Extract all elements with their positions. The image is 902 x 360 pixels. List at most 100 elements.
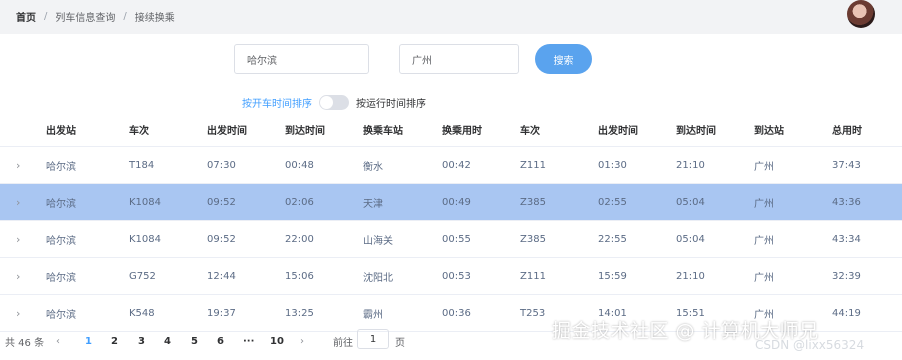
header-arrive-time-1[interactable]: 到达时间 (285, 113, 325, 146)
cell-arrive-time-1: 13:25 (285, 307, 314, 319)
cell-depart-time-2: 01:30 (598, 159, 627, 171)
cell-transfer-duration: 00:55 (442, 233, 471, 245)
cell-arrive-time-2: 21:10 (676, 270, 705, 282)
cell-transfer-station: 霸州 (363, 309, 383, 321)
expand-chevron-icon[interactable]: › (16, 221, 20, 257)
breadcrumb-separator: / (123, 11, 127, 22)
cell-departure-station: 哈尔滨 (46, 309, 76, 321)
watermark-sub: CSDN @lixx56324 (755, 338, 865, 352)
next-page-icon[interactable]: › (300, 336, 304, 347)
page-4[interactable]: 4 (164, 336, 171, 347)
cell-transfer-station: 衡水 (363, 161, 383, 173)
page-1[interactable]: 1 (85, 336, 92, 347)
cell-transfer-duration: 00:36 (442, 307, 471, 319)
page-10[interactable]: 10 (270, 336, 284, 347)
cell-arrive-time-2: 05:04 (676, 233, 705, 245)
table-row[interactable]: › 哈尔滨 T184 07:30 00:48 衡水 00:42 Z111 01:… (0, 147, 902, 184)
cell-arrive-time-2: 05:04 (676, 196, 705, 208)
page-3[interactable]: 3 (138, 336, 145, 347)
cell-train-no-1: K1084 (129, 233, 162, 245)
cell-arrive-time-1: 02:06 (285, 196, 314, 208)
cell-arrive-time-1: 00:48 (285, 159, 314, 171)
cell-total-duration: 44:19 (832, 307, 861, 319)
search-row: 哈尔滨 广州 搜索 (0, 44, 902, 76)
search-button[interactable]: 搜索 (535, 44, 592, 74)
breadcrumb-home[interactable]: 首页 (16, 9, 36, 24)
top-bar: 首页 / 列车信息查询 / 接续换乘 (0, 0, 902, 34)
switch-knob (320, 96, 333, 109)
header-arrival-station[interactable]: 到达站 (754, 113, 784, 146)
goto-page-input[interactable]: 1 (357, 329, 389, 349)
to-station-input[interactable]: 广州 (399, 44, 519, 74)
cell-arrive-time-2: 21:10 (676, 159, 705, 171)
cell-total-duration: 43:34 (832, 233, 861, 245)
cell-depart-time-1: 12:44 (207, 270, 236, 282)
breadcrumb: 首页 / 列车信息查询 / 接续换乘 (16, 9, 175, 24)
header-transfer-duration[interactable]: 换乘用时 (442, 113, 482, 146)
cell-train-no-1: K1084 (129, 196, 162, 208)
goto-label: 前往 (333, 337, 353, 349)
header-total-duration[interactable]: 总用时 (832, 113, 862, 146)
cell-departure-station: 哈尔滨 (46, 198, 76, 210)
cell-arrive-time-1: 15:06 (285, 270, 314, 282)
from-station-input[interactable]: 哈尔滨 (234, 44, 369, 74)
cell-transfer-station: 天津 (363, 198, 383, 210)
cell-transfer-station: 沈阳北 (363, 272, 393, 284)
cell-departure-station: 哈尔滨 (46, 161, 76, 173)
cell-train-no-1: T184 (129, 159, 155, 171)
cell-train-no-2: Z111 (520, 159, 546, 171)
page-2[interactable]: 2 (111, 336, 118, 347)
cell-transfer-station: 山海关 (363, 235, 393, 247)
cell-depart-time-1: 07:30 (207, 159, 236, 171)
table-row[interactable]: › 哈尔滨 G752 12:44 15:06 沈阳北 00:53 Z111 15… (0, 258, 902, 295)
cell-depart-time-2: 15:59 (598, 270, 627, 282)
cell-train-no-1: G752 (129, 270, 156, 282)
cell-depart-time-1: 09:52 (207, 233, 236, 245)
page-6[interactable]: 6 (217, 336, 224, 347)
pagination-total: 共 46 条 (5, 337, 45, 349)
cell-transfer-duration: 00:49 (442, 196, 471, 208)
cell-arrival-station: 广州 (754, 198, 774, 210)
table-header: 出发站 车次 出发时间 到达时间 换乘车站 换乘用时 车次 出发时间 到达时间 … (0, 113, 902, 147)
cell-arrive-time-1: 22:00 (285, 233, 314, 245)
header-departure-station[interactable]: 出发站 (46, 113, 76, 146)
breadcrumb-separator: / (44, 11, 48, 22)
cell-arrival-station: 广州 (754, 272, 774, 284)
header-train-no-2[interactable]: 车次 (520, 113, 540, 146)
prev-page-icon[interactable]: ‹ (56, 336, 60, 347)
table-row[interactable]: › 哈尔滨 K1084 09:52 22:00 山海关 00:55 Z385 2… (0, 221, 902, 258)
breadcrumb-train-query[interactable]: 列车信息查询 (55, 9, 115, 24)
cell-total-duration: 37:43 (832, 159, 861, 171)
header-depart-time-2[interactable]: 出发时间 (598, 113, 638, 146)
expand-chevron-icon[interactable]: › (16, 184, 20, 220)
sort-by-departure-label[interactable]: 按开车时间排序 (242, 95, 312, 110)
header-train-no-1[interactable]: 车次 (129, 113, 149, 146)
cell-depart-time-1: 09:52 (207, 196, 236, 208)
cell-departure-station: 哈尔滨 (46, 272, 76, 284)
table-row[interactable]: › 哈尔滨 K1084 09:52 02:06 天津 00:49 Z385 02… (0, 184, 902, 221)
cell-arrival-station: 广州 (754, 235, 774, 247)
header-depart-time-1[interactable]: 出发时间 (207, 113, 247, 146)
cell-arrival-station: 广州 (754, 161, 774, 173)
breadcrumb-transfer: 接续换乘 (134, 13, 175, 24)
cell-train-no-1: K548 (129, 307, 155, 319)
cell-total-duration: 43:36 (832, 196, 861, 208)
header-arrive-time-2[interactable]: 到达时间 (676, 113, 716, 146)
goto-unit: 页 (395, 337, 405, 349)
expand-chevron-icon[interactable]: › (16, 295, 20, 331)
expand-chevron-icon[interactable]: › (16, 147, 20, 183)
sort-by-duration-label[interactable]: 按运行时间排序 (356, 95, 426, 110)
expand-chevron-icon[interactable]: › (16, 258, 20, 294)
cell-train-no-2: Z111 (520, 270, 546, 282)
cell-departure-station: 哈尔滨 (46, 235, 76, 247)
header-transfer-station[interactable]: 换乘车站 (363, 113, 403, 146)
more-pages-icon[interactable]: ··· (243, 336, 254, 347)
sort-switch[interactable] (319, 95, 349, 110)
page-5[interactable]: 5 (191, 336, 198, 347)
cell-depart-time-2: 22:55 (598, 233, 627, 245)
cell-depart-time-2: 02:55 (598, 196, 627, 208)
cell-depart-time-1: 19:37 (207, 307, 236, 319)
cell-train-no-2: T253 (520, 307, 546, 319)
transfer-table: 出发站 车次 出发时间 到达时间 换乘车站 换乘用时 车次 出发时间 到达时间 … (0, 113, 902, 332)
avatar[interactable] (847, 0, 875, 28)
